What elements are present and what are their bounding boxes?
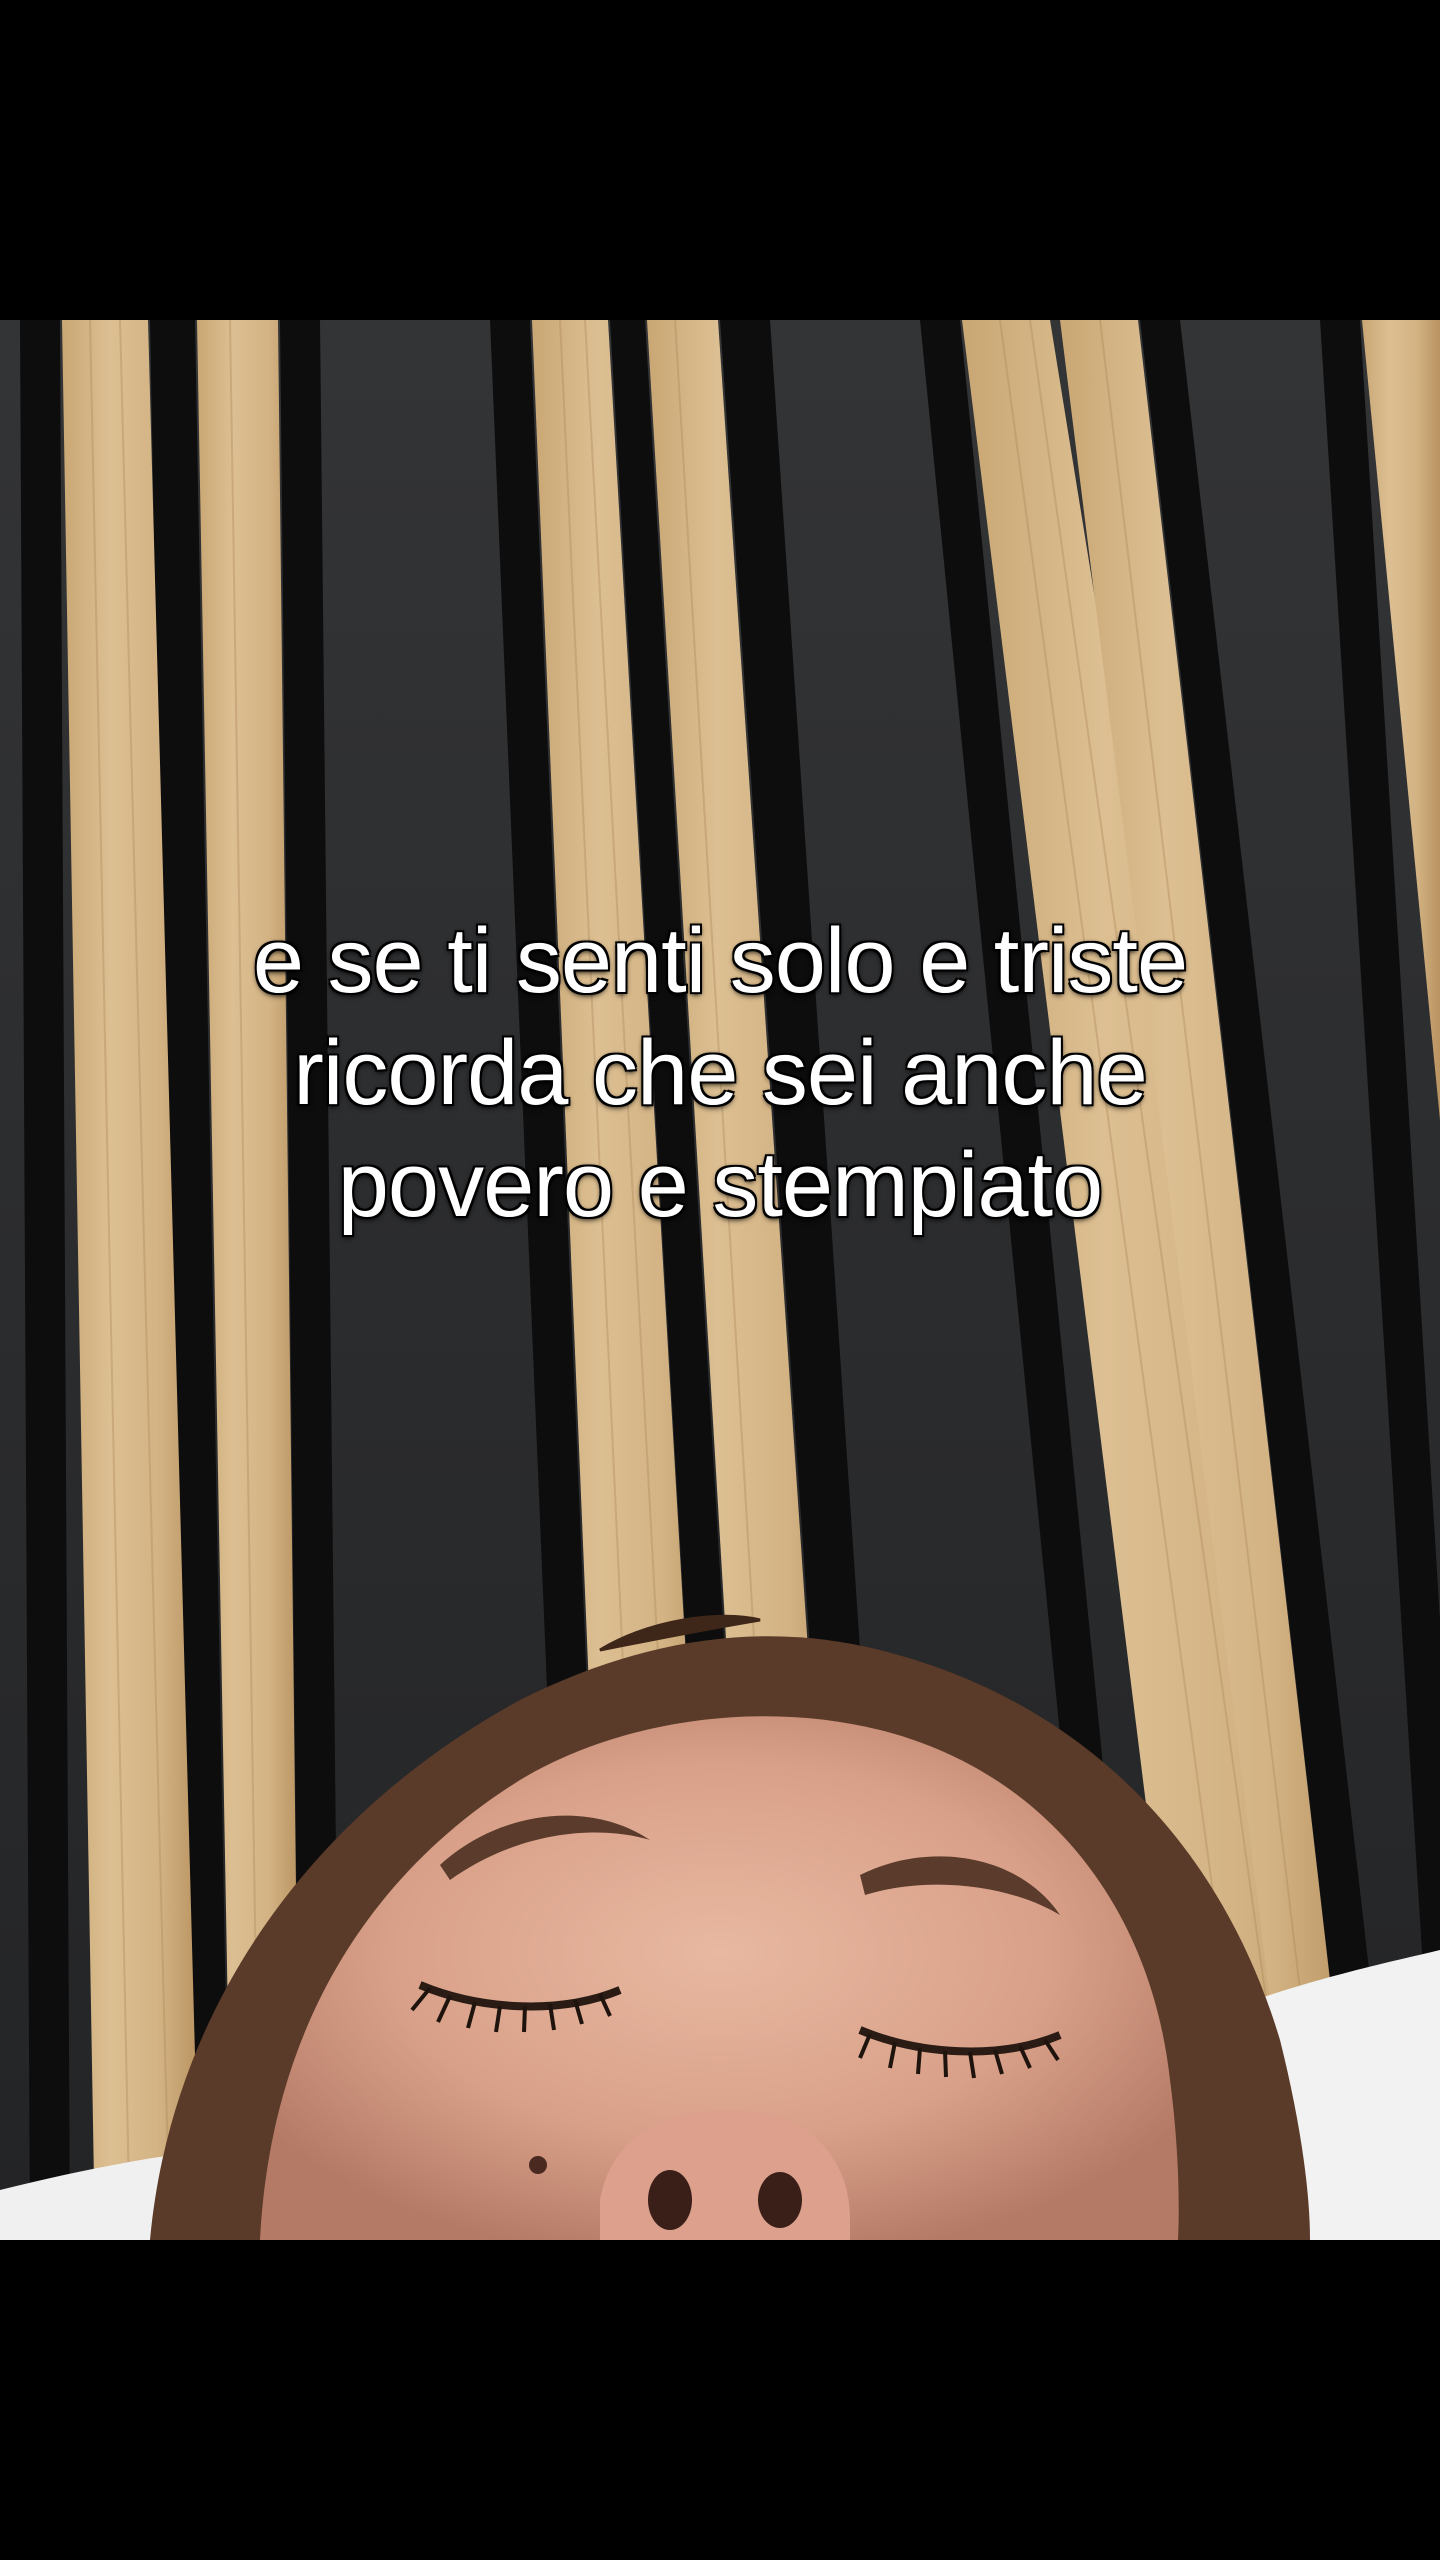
right-nostril [758, 2172, 802, 2228]
selfie-photo [0, 320, 1440, 2240]
selfie-scene [0, 320, 1440, 2240]
caption-line-3: povero e stempiato [337, 1134, 1103, 1236]
left-nostril [648, 2170, 692, 2230]
letterbox-top [0, 0, 1440, 320]
letterbox-bottom [0, 2240, 1440, 2560]
mole [529, 2156, 547, 2174]
video-caption: e se ti senti solo e triste ricorda che … [120, 905, 1320, 1241]
caption-line-2: ricorda che sei anche [293, 1022, 1148, 1124]
caption-line-1: e se ti senti solo e triste [252, 910, 1188, 1012]
